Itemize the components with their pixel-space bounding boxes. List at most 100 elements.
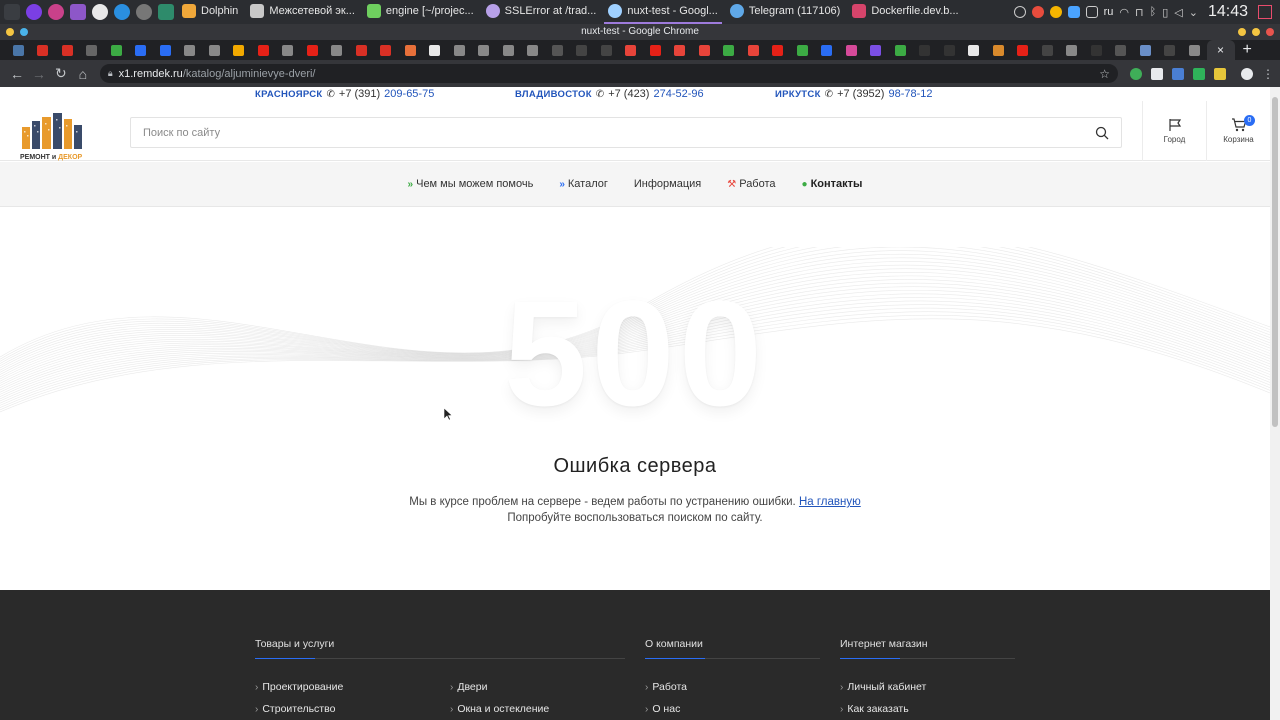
- pinned-tab[interactable]: [80, 40, 105, 60]
- task-nuxt-test[interactable]: nuxt-test - Googl...: [604, 0, 722, 24]
- pinned-tab[interactable]: [153, 40, 178, 60]
- nav-work[interactable]: ⚒ Работа: [727, 178, 775, 190]
- pinned-tab[interactable]: [864, 40, 889, 60]
- keyboard-layout[interactable]: ru: [1104, 6, 1114, 18]
- pinned-tab[interactable]: [1035, 40, 1060, 60]
- pinned-tab[interactable]: [496, 40, 521, 60]
- footer-link[interactable]: › Личный кабинет: [840, 676, 1015, 698]
- store-icon[interactable]: [70, 4, 86, 20]
- nav-contacts[interactable]: ● Контакты: [802, 178, 863, 190]
- pinned-tab[interactable]: [300, 40, 325, 60]
- maximize-icon[interactable]: [1252, 28, 1260, 36]
- pinned-tab[interactable]: [1158, 40, 1183, 60]
- slack-icon[interactable]: [92, 4, 108, 20]
- settings-icon[interactable]: [48, 4, 64, 20]
- lock-icon[interactable]: 🔒︎: [108, 68, 113, 79]
- pinned-tab[interactable]: [276, 40, 301, 60]
- pinned-tab[interactable]: [937, 40, 962, 60]
- active-tab[interactable]: ×: [1206, 40, 1235, 60]
- pinned-tab[interactable]: [251, 40, 276, 60]
- new-tab-button[interactable]: +: [1243, 41, 1252, 59]
- footer-link[interactable]: › Окна и остекление: [450, 698, 549, 720]
- reload-button[interactable]: ↻: [50, 63, 72, 85]
- ide-icon[interactable]: [158, 4, 174, 20]
- home-button[interactable]: ⌂: [72, 63, 94, 85]
- pinned-tab[interactable]: [1060, 40, 1085, 60]
- pinned-tab[interactable]: [178, 40, 203, 60]
- task-engine[interactable]: engine [~/projec...: [363, 0, 478, 24]
- keep-above-icon[interactable]: [20, 28, 28, 36]
- footer-link[interactable]: › Проектирование: [255, 676, 450, 698]
- pinned-tab[interactable]: [1011, 40, 1036, 60]
- lock-icon[interactable]: ⊓: [1135, 6, 1144, 19]
- task-telegram[interactable]: Telegram (117106): [726, 0, 845, 24]
- footer-link[interactable]: › О нас: [645, 698, 820, 720]
- address-bar[interactable]: 🔒︎ x1.remdek.ru/katalog/aljuminievye-dve…: [99, 64, 1118, 83]
- back-button[interactable]: ←: [6, 63, 28, 85]
- profile-avatar-icon[interactable]: [1240, 67, 1253, 80]
- task-sslerror[interactable]: SSLError at /trad...: [482, 0, 601, 24]
- wifi-icon[interactable]: ◠: [1119, 6, 1129, 19]
- apps-menu-icon[interactable]: [4, 4, 20, 20]
- page-scrollbar[interactable]: [1270, 87, 1280, 720]
- window-menu-icon[interactable]: [6, 28, 14, 36]
- footer-link[interactable]: › Работа: [645, 676, 820, 698]
- extension-icon[interactable]: [1192, 67, 1205, 80]
- pinned-tab[interactable]: [717, 40, 742, 60]
- display-icon[interactable]: [1067, 6, 1080, 18]
- task-dolphin[interactable]: Dolphin: [178, 0, 242, 24]
- pinned-tab[interactable]: [447, 40, 472, 60]
- home-link[interactable]: На главную: [799, 496, 861, 508]
- bookmark-star-icon[interactable]: ☆: [1099, 67, 1110, 81]
- site-logo[interactable]: РЕМОНТ и ДЕКОР: [18, 113, 92, 161]
- extension-icon[interactable]: [1171, 67, 1184, 80]
- pinned-tab[interactable]: [325, 40, 350, 60]
- pinned-tab[interactable]: [913, 40, 938, 60]
- pinned-tab[interactable]: [643, 40, 668, 60]
- pinned-tab[interactable]: [349, 40, 374, 60]
- pinned-tab[interactable]: [888, 40, 913, 60]
- pinned-tab[interactable]: [839, 40, 864, 60]
- messenger-icon[interactable]: [26, 4, 42, 20]
- pinned-tab[interactable]: [55, 40, 80, 60]
- pinned-tab[interactable]: [104, 40, 129, 60]
- pinned-tab[interactable]: [815, 40, 840, 60]
- extension-icon[interactable]: [1150, 67, 1163, 80]
- pinned-tab[interactable]: [668, 40, 693, 60]
- pinned-tab[interactable]: [398, 40, 423, 60]
- scrollbar-thumb[interactable]: [1272, 97, 1278, 427]
- pinned-tab[interactable]: [227, 40, 252, 60]
- battery-icon[interactable]: ▯: [1162, 6, 1168, 19]
- phone-number-link[interactable]: 274-52-96: [653, 88, 703, 100]
- media-play-icon[interactable]: [1013, 6, 1026, 18]
- task-firewall[interactable]: Межсетевой эк...: [246, 0, 359, 24]
- extension-icon[interactable]: [1129, 67, 1142, 80]
- pinned-tab[interactable]: [6, 40, 31, 60]
- bluetooth-icon[interactable]: ᛒ: [1150, 6, 1157, 18]
- search-icon[interactable]: [1095, 126, 1109, 140]
- forward-button[interactable]: →: [28, 63, 50, 85]
- pinned-tab[interactable]: [423, 40, 448, 60]
- pinned-tab[interactable]: [374, 40, 399, 60]
- nav-catalog[interactable]: » Каталог: [559, 178, 608, 190]
- pinned-tab[interactable]: [31, 40, 56, 60]
- clock[interactable]: 14:43: [1208, 3, 1248, 21]
- footer-link[interactable]: › Как заказать: [840, 698, 1015, 720]
- nav-help[interactable]: » Чем мы можем помочь: [408, 178, 534, 190]
- phone-number-link[interactable]: 209-65-75: [384, 88, 434, 100]
- pinned-tab[interactable]: [1182, 40, 1207, 60]
- extension-icon[interactable]: [1213, 67, 1226, 80]
- pinned-tab[interactable]: [766, 40, 791, 60]
- pinned-tab[interactable]: [570, 40, 595, 60]
- tray-app-icon[interactable]: [1031, 6, 1044, 18]
- chrome-menu-icon[interactable]: ⋮: [1262, 67, 1274, 81]
- pinned-tab[interactable]: [986, 40, 1011, 60]
- pinned-tab[interactable]: [545, 40, 570, 60]
- close-window-icon[interactable]: [1266, 28, 1274, 36]
- close-tab-icon[interactable]: ×: [1217, 43, 1224, 57]
- pinned-tab[interactable]: [129, 40, 154, 60]
- footer-link[interactable]: › Строительство: [255, 698, 450, 720]
- phone-number-link[interactable]: 98-78-12: [888, 88, 932, 100]
- clipboard-icon[interactable]: [1085, 6, 1098, 18]
- footer-link[interactable]: › Двери: [450, 676, 549, 698]
